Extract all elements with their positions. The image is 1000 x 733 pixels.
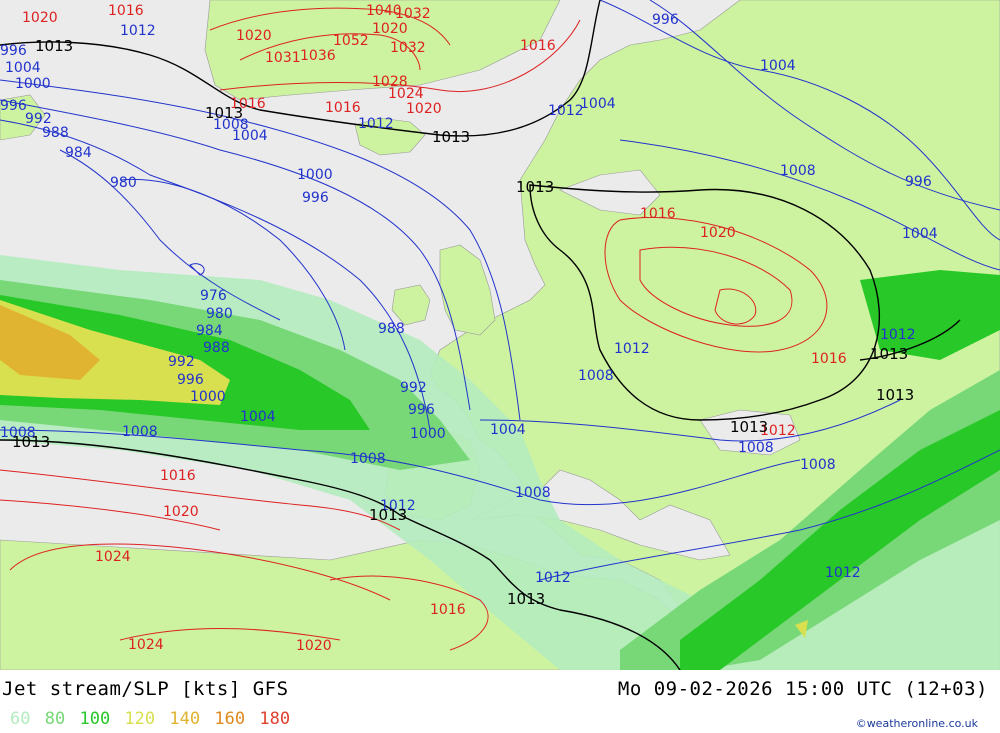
isobar-label: 980 xyxy=(110,175,137,191)
isobar-label: 1016 xyxy=(811,351,847,367)
isobar-label: 1016 xyxy=(325,100,361,116)
isobar-label: 1024 xyxy=(95,549,131,565)
isobar-label: 1000 xyxy=(15,76,51,92)
isobar-label: 996 xyxy=(905,174,932,190)
isobar-label: 1013 xyxy=(369,506,407,524)
isobar-label: 1004 xyxy=(580,96,616,112)
isobar-label: 984 xyxy=(65,145,92,161)
isobar-label: 1020 xyxy=(372,21,408,37)
legend-item: 140 xyxy=(169,709,201,729)
isobar-label: 1012 xyxy=(535,570,571,586)
isobar-label: 1012 xyxy=(825,565,861,581)
isobar-label: 1052 xyxy=(333,33,369,49)
isobar-label: 1024 xyxy=(388,86,424,102)
isobar-label: 1020 xyxy=(296,638,332,654)
legend-item: 60 xyxy=(10,709,31,729)
isobar-label: 1013 xyxy=(205,104,243,122)
isobar-label: 1032 xyxy=(390,40,426,56)
isobar-label: 980 xyxy=(206,306,233,322)
isobar-label: 996 xyxy=(177,372,204,388)
isobar-label: 1016 xyxy=(520,38,556,54)
isobar-label: 1016 xyxy=(430,602,466,618)
isobar-label: 1032 xyxy=(395,6,431,22)
isobar-label: 1013 xyxy=(516,178,554,196)
isobar-label: 988 xyxy=(378,321,405,337)
isobar-label: 1012 xyxy=(120,23,156,39)
isobar-label: 1016 xyxy=(160,468,196,484)
isobar-label: 1008 xyxy=(738,440,774,456)
map-datetime: Mo 09-02-2026 15:00 UTC (12+03) xyxy=(617,678,988,700)
isobar-label: 988 xyxy=(203,340,230,356)
isobar-label: 984 xyxy=(196,323,223,339)
credit-link[interactable]: ©weatheronline.co.uk xyxy=(856,717,978,730)
isobar-label: 1004 xyxy=(760,58,796,74)
isobar-label: 1004 xyxy=(490,422,526,438)
legend-item: 100 xyxy=(79,709,111,729)
isobar-label: 1020 xyxy=(22,10,58,26)
isobar-label: 1012 xyxy=(614,341,650,357)
isobar-label: 996 xyxy=(0,98,27,114)
isobar-label: 996 xyxy=(652,12,679,28)
isobar-label: 1013 xyxy=(12,433,50,451)
isobar-label: 1000 xyxy=(297,167,333,183)
isobar-label: 1004 xyxy=(240,409,276,425)
isobar-label: 1013 xyxy=(507,590,545,608)
isobar-label: 1013 xyxy=(730,418,768,436)
isobar-label: 1031 xyxy=(265,50,301,66)
isobar-label: 1008 xyxy=(122,424,158,440)
isobar-label: 976 xyxy=(200,288,227,304)
isobar-label: 1013 xyxy=(432,128,470,146)
isobar-label: 1000 xyxy=(190,389,226,405)
weather-map: 1012 1004 1000 996 992 988 984 980 976 9… xyxy=(0,0,1000,671)
isobar-label: 1016 xyxy=(640,206,676,222)
isobar-label: 1020 xyxy=(700,225,736,241)
isobar-label: 1036 xyxy=(300,48,336,64)
isobar-label: 996 xyxy=(0,43,27,59)
isobar-label: 1008 xyxy=(350,451,386,467)
isobar-label: 1013 xyxy=(35,37,73,55)
isobar-label: 992 xyxy=(168,354,195,370)
isobar-label: 1012 xyxy=(358,116,394,132)
isobar-label: 1008 xyxy=(578,368,614,384)
map-canvas: 1012 1004 1000 996 992 988 984 980 976 9… xyxy=(0,0,1000,671)
isobar-label: 988 xyxy=(42,125,69,141)
isobar-label: 1012 xyxy=(548,103,584,119)
isobar-label: 1016 xyxy=(108,3,144,19)
speed-legend: 60 80 100 120 140 160 180 xyxy=(10,709,294,729)
isobar-label: 1008 xyxy=(800,457,836,473)
isobar-label: 1020 xyxy=(406,101,442,117)
isobar-label: 992 xyxy=(400,380,427,396)
isobar-label: 1013 xyxy=(870,345,908,363)
isobar-label: 996 xyxy=(408,402,435,418)
map-title: Jet stream/SLP [kts] GFS xyxy=(2,678,289,700)
legend-item: 80 xyxy=(44,709,66,729)
isobar-label: 1024 xyxy=(128,637,164,653)
legend-item: 180 xyxy=(259,709,291,729)
isobar-label: 996 xyxy=(302,190,329,206)
isobar-label: 1008 xyxy=(515,485,551,501)
legend-item: 120 xyxy=(124,709,156,729)
legend-item: 160 xyxy=(214,709,246,729)
isobar-label: 1008 xyxy=(780,163,816,179)
isobar-label: 1020 xyxy=(163,504,199,520)
isobar-label: 1004 xyxy=(5,60,41,76)
isobar-label: 1012 xyxy=(880,327,916,343)
isobar-label: 1004 xyxy=(902,226,938,242)
isobar-label: 1013 xyxy=(876,386,914,404)
isobar-label: 1020 xyxy=(236,28,272,44)
isobar-label: 1000 xyxy=(410,426,446,442)
